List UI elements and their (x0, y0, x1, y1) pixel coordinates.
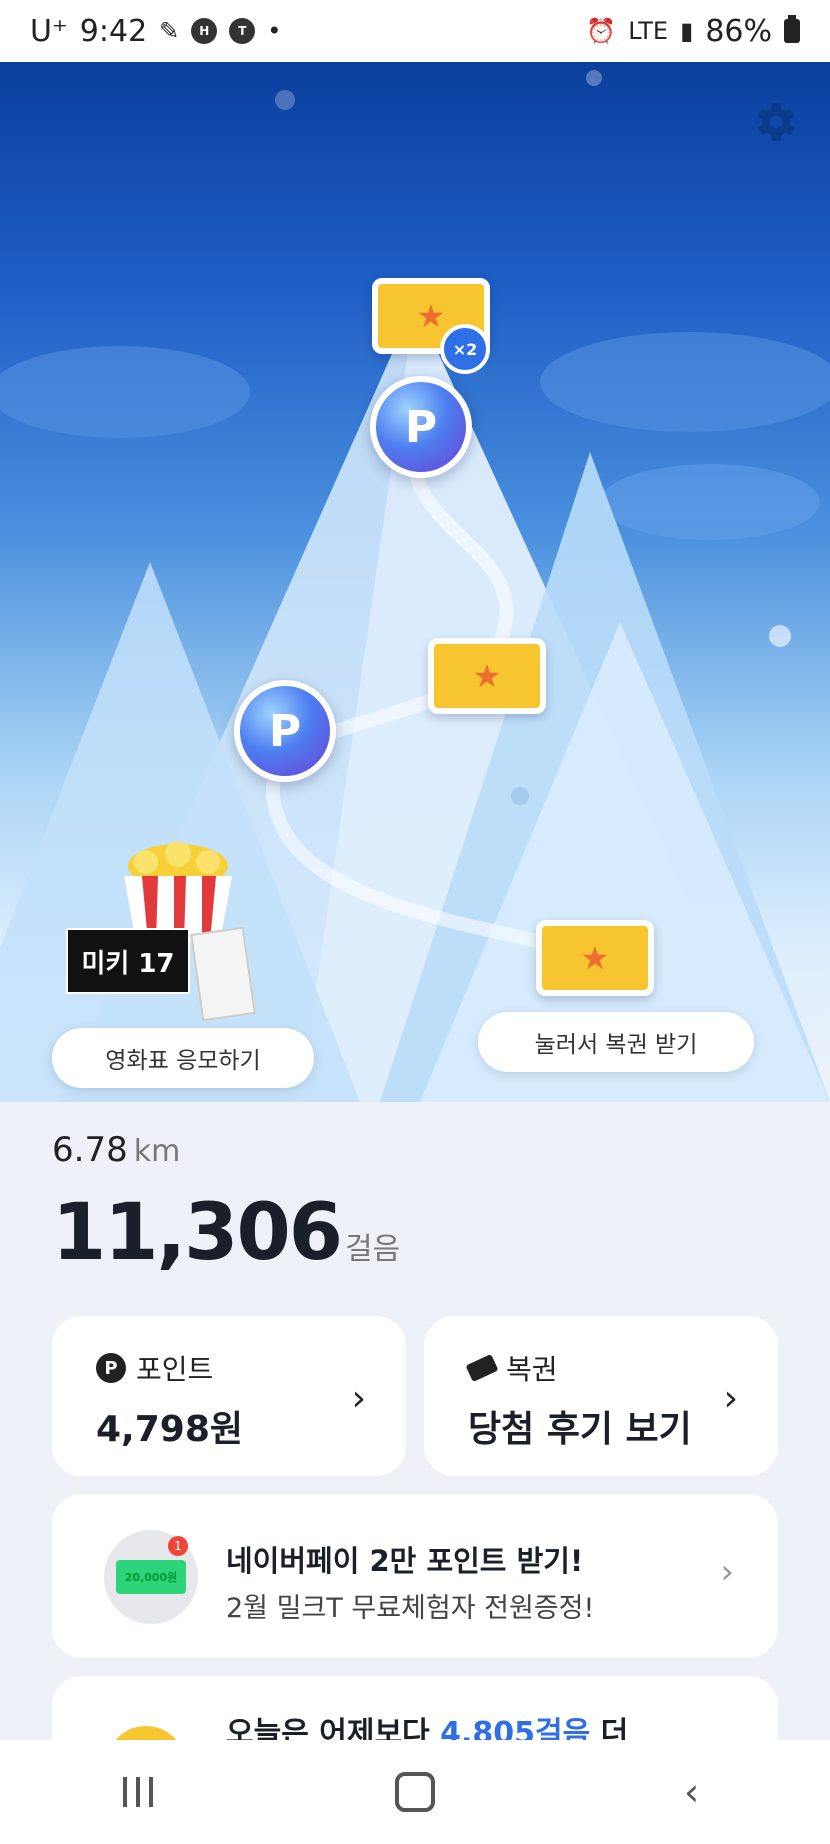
steps-unit: 걸음 (345, 1232, 401, 1267)
steps-value: 11,306 (52, 1188, 343, 1278)
status-right: ⏰ LTE ▮ 86% (586, 14, 800, 49)
point-icon: P (96, 1353, 126, 1383)
system-nav-bar: ‹ (0, 1740, 830, 1844)
promo-subtitle: 2월 밀크T 무료체험자 전원증정! (226, 1593, 595, 1624)
talk-icon: T (229, 18, 256, 44)
alarm-icon: ⏰ (586, 17, 617, 45)
home-icon (394, 1772, 435, 1812)
lottery-card[interactable]: 복권 당첨 후기 보기 › (424, 1316, 778, 1476)
point-coin-top[interactable]: P (370, 376, 472, 478)
voucher-icon: 20,000원 (116, 1560, 186, 1594)
network-label: LTE (628, 17, 669, 45)
lottery-value: 당첨 후기 보기 (468, 1409, 692, 1450)
movie-entry-button[interactable]: 영화표 응모하기 (52, 1028, 314, 1088)
point-label-row: P 포인트 (96, 1348, 213, 1388)
walk-screen: U⁺ 9:42 ✎ H T • ⏰ LTE ▮ 86% ★ ×2 P ★ P ★… (0, 0, 830, 1844)
chevron-right-icon: › (723, 1378, 738, 1419)
back-button[interactable]: ‹ (662, 1762, 722, 1822)
recent-apps-button[interactable] (108, 1762, 168, 1822)
settings-icon[interactable] (748, 96, 800, 148)
point-card[interactable]: P 포인트 4,798원 › (52, 1316, 406, 1476)
lottery-label-row: 복권 (465, 1348, 558, 1388)
voucher-image: 20,000원 1 (104, 1530, 198, 1624)
promo-card[interactable]: 20,000원 1 네이버페이 2만 포인트 받기! 2월 밀크T 무료체험자 … (52, 1494, 778, 1658)
h-app-icon: H (191, 18, 218, 44)
home-button[interactable] (385, 1762, 445, 1822)
time-label: 9:42 (79, 13, 148, 49)
battery-label: 86% (705, 13, 772, 49)
point-value: 4,798원 (96, 1409, 243, 1450)
lottery-claim-button[interactable]: 눌러서 복권 받기 (478, 1012, 754, 1072)
signal-icon: ▮ (680, 17, 694, 45)
hero-mountain: ★ ×2 P ★ P ★ 미키 17 영화표 응모하기 눌러서 복권 받기 (0, 62, 830, 1102)
distance-readout: 6.78 km (52, 1130, 180, 1170)
lottery-label: 복권 (506, 1353, 558, 1386)
distance-unit: km (133, 1134, 181, 1169)
movie-code-badge: 미키 17 (66, 928, 190, 994)
distance-value: 6.78 (52, 1130, 128, 1170)
ticket-icon (465, 1353, 499, 1383)
double-badge: ×2 (440, 324, 490, 374)
ticket-reward-bottom[interactable]: ★ (536, 920, 654, 996)
edit-icon: ✎ (159, 17, 180, 45)
dot-icon: • (267, 17, 282, 45)
notification-badge: 1 (168, 1536, 188, 1556)
carrier-label: U⁺ (30, 13, 68, 49)
status-bar: U⁺ 9:42 ✎ H T • ⏰ LTE ▮ 86% (0, 0, 830, 62)
promo-title: 네이버페이 2만 포인트 받기! (226, 1544, 584, 1578)
chevron-right-icon: › (720, 1552, 734, 1592)
steps-readout: 11,306 걸음 (52, 1188, 400, 1278)
battery-icon (784, 15, 800, 43)
point-coin-middle[interactable]: P (234, 680, 336, 782)
point-label: 포인트 (136, 1353, 214, 1386)
status-left: U⁺ 9:42 ✎ H T • (30, 14, 281, 49)
popcorn-icon (124, 842, 232, 942)
ticket-reward-middle[interactable]: ★ (428, 638, 546, 714)
chevron-right-icon: › (351, 1378, 366, 1419)
